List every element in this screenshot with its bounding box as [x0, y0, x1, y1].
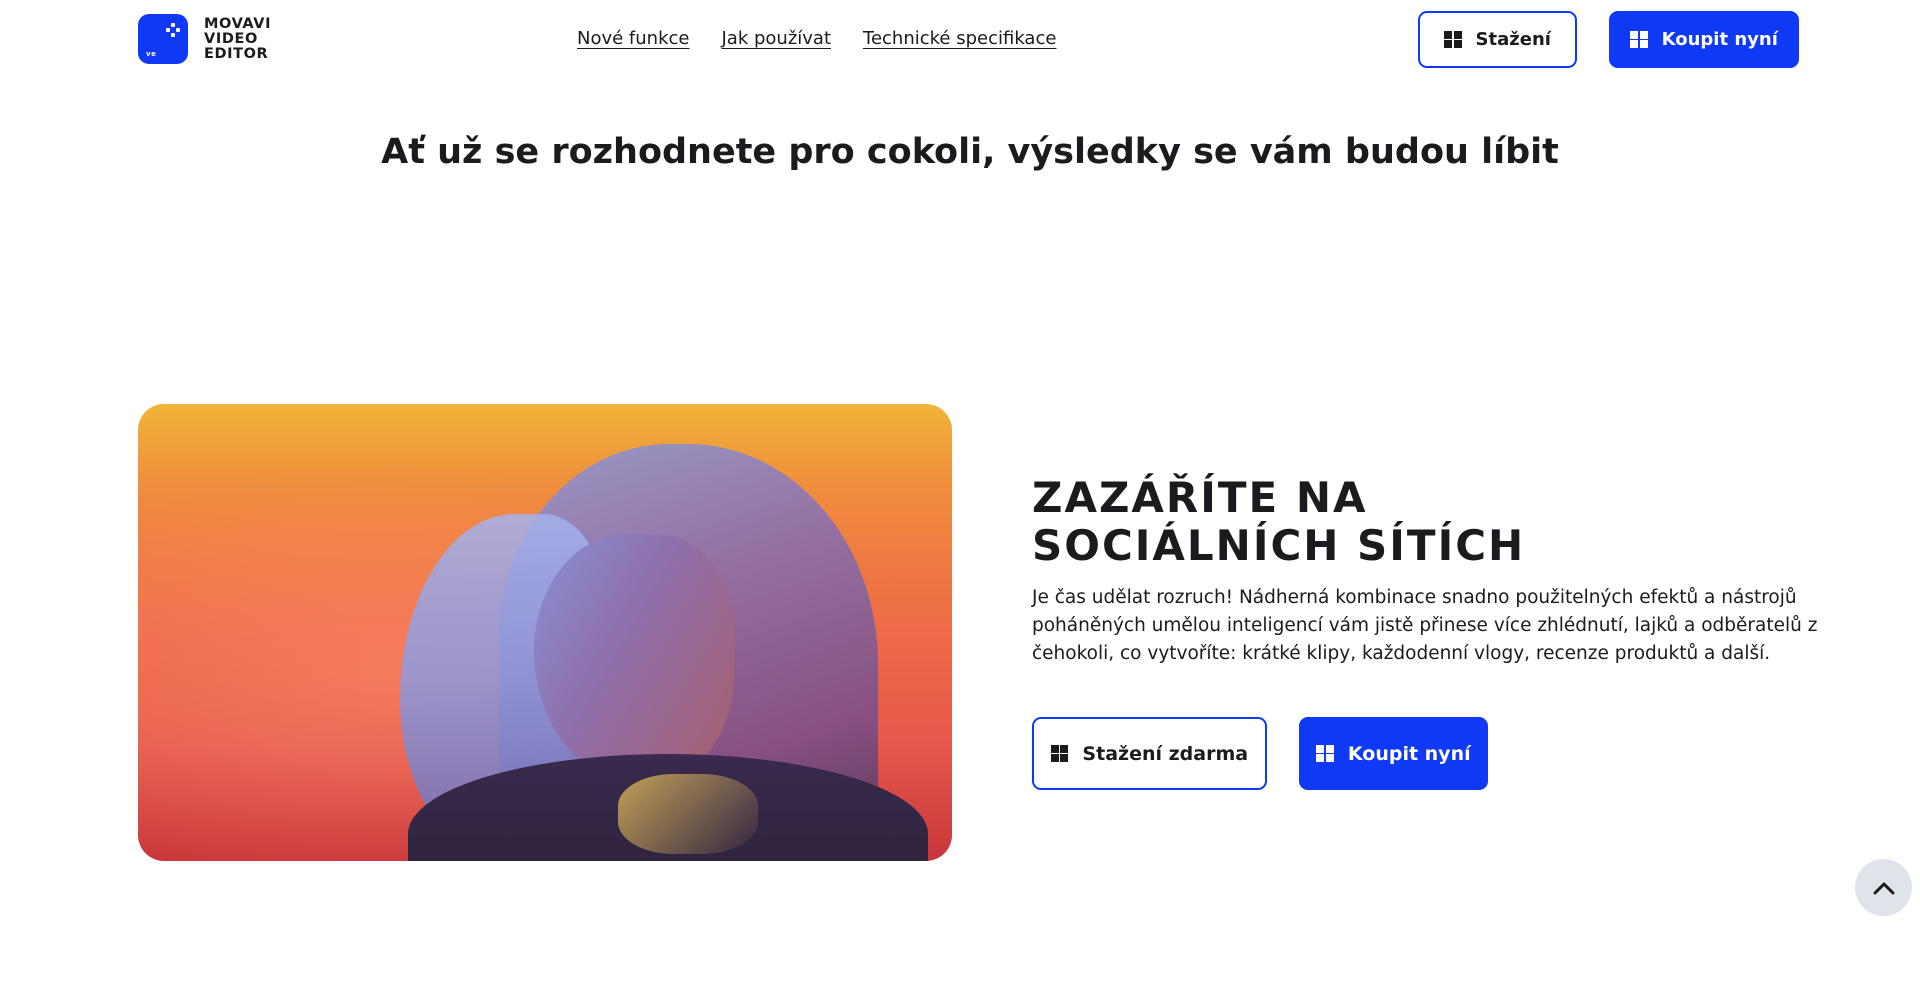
logo-line: MOVAVI — [204, 15, 272, 32]
chevron-up-icon — [1873, 882, 1894, 894]
windows-icon — [1050, 744, 1069, 763]
windows-icon — [1444, 30, 1462, 49]
section-title: Ať už se rozhodnete pro cokoli, výsledky… — [381, 132, 1559, 172]
logo-badge-text: ve — [146, 50, 157, 58]
buy-now-label: Koupit nyní — [1347, 742, 1471, 765]
social-media-feature-image — [138, 404, 952, 861]
free-download-label: Stažení zdarma — [1082, 742, 1249, 765]
feature-heading-line: SOCIÁLNÍCH SÍTÍCH — [1032, 521, 1526, 570]
free-download-button[interactable]: Stažení zdarma — [1032, 717, 1267, 790]
buy-now-button[interactable]: Koupit nyní — [1299, 717, 1488, 790]
scroll-to-top-button[interactable] — [1855, 859, 1912, 916]
feature-heading-line: ZAZÁŘÍTE NA — [1032, 473, 1368, 522]
logo-line: VIDEO — [204, 30, 258, 47]
feature-heading: ZAZÁŘÍTE NA SOCIÁLNÍCH SÍTÍCH — [1032, 474, 1792, 570]
logo-wordmark: MOVAVI VIDEO EDITOR — [204, 15, 272, 62]
header-buy-button[interactable]: Koupit nyní — [1609, 11, 1799, 68]
header-buy-label: Koupit nyní — [1661, 29, 1778, 50]
feature-description: Je čas udělat rozruch! Nádherná kombinac… — [1032, 587, 1818, 664]
header-download-label: Stažení — [1475, 29, 1551, 50]
windows-icon — [1630, 30, 1648, 49]
header-download-button[interactable]: Stažení — [1418, 11, 1577, 68]
windows-icon — [1316, 744, 1334, 763]
nav-link-how-to-use[interactable]: Jak používat — [721, 28, 831, 49]
logo-line: EDITOR — [204, 45, 269, 62]
site-header: ve MOVAVI VIDEO EDITOR Nové funkce Jak p… — [0, 0, 1920, 80]
logo-badge-icon: ve — [138, 14, 188, 64]
nav-link-tech-specs[interactable]: Technické specifikace — [863, 28, 1056, 49]
nav-link-new-features[interactable]: Nové funkce — [577, 28, 689, 49]
main-nav: Nové funkce Jak používat Technické speci… — [577, 28, 1056, 49]
movavi-video-editor-logo[interactable]: ve MOVAVI VIDEO EDITOR — [138, 14, 271, 64]
